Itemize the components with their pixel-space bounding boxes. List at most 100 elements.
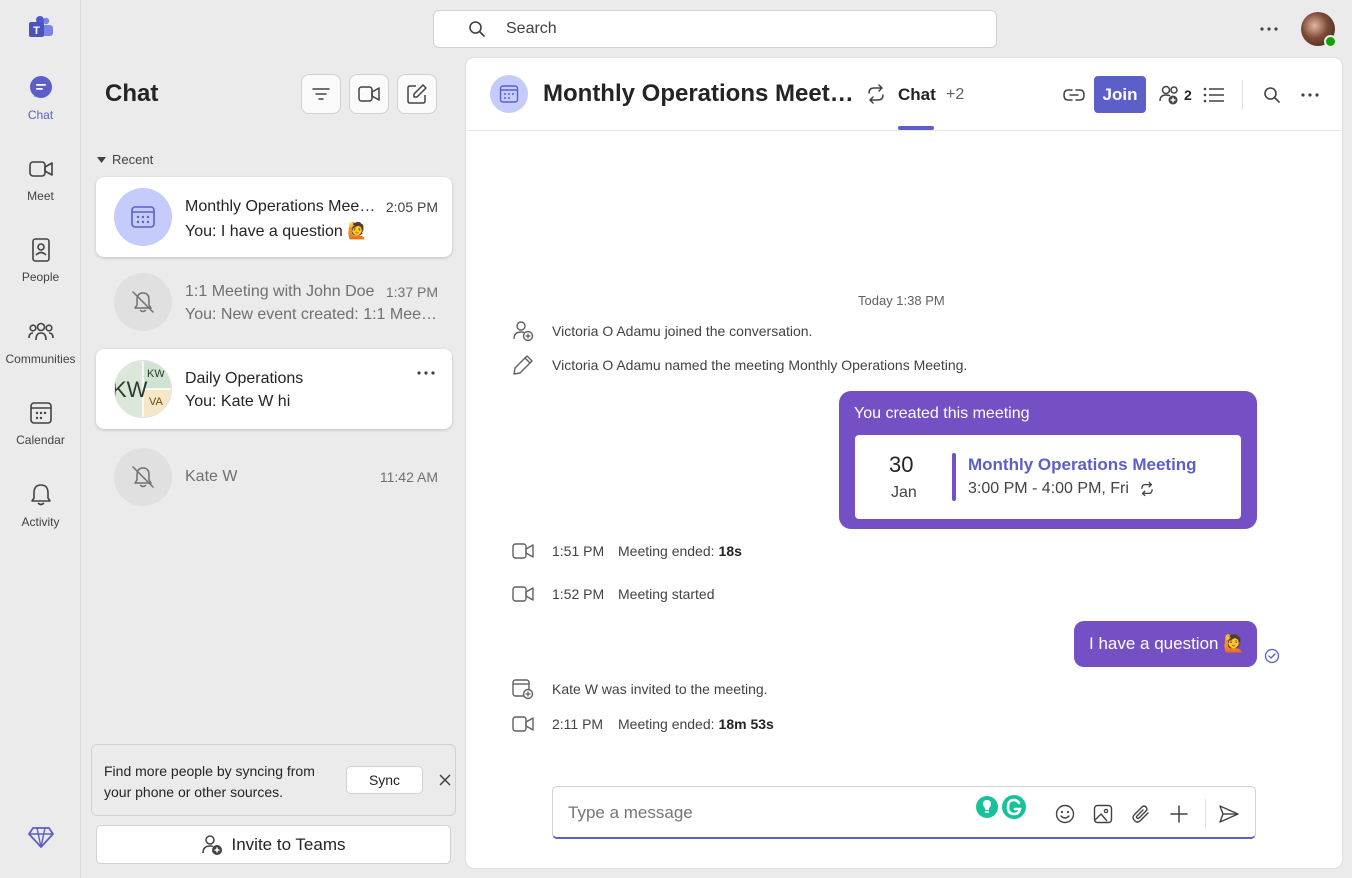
teams-logo-icon: T: [27, 14, 55, 42]
rail-people[interactable]: People: [0, 236, 81, 306]
system-message-time: 1:52 PM: [552, 586, 605, 602]
conversation-title: Monthly Operations Meeting: [543, 80, 857, 107]
meeting-avatar: [490, 75, 528, 113]
contact-book-icon: [27, 236, 55, 264]
system-message-duration: 18m 53s: [718, 716, 774, 732]
message-input[interactable]: [568, 803, 948, 823]
app-rail: T Chat Meet People Communities Calendar: [0, 0, 81, 878]
meeting-time-text: 3:00 PM - 4:00 PM, Fri: [968, 480, 1129, 497]
profile-avatar[interactable]: [1301, 12, 1337, 48]
meeting-details-list-icon[interactable]: [1202, 83, 1226, 107]
system-message: Victoria O Adamu named the meeting Month…: [512, 354, 967, 376]
svg-text:T: T: [33, 25, 40, 37]
bell-icon: [27, 481, 55, 509]
meeting-day: 30: [889, 452, 914, 477]
rail-label: Chat: [27, 108, 54, 122]
join-button[interactable]: Join: [1094, 76, 1146, 113]
active-tab-indicator: [898, 126, 934, 130]
search-icon: [468, 20, 486, 38]
rail-communities[interactable]: Communities: [0, 318, 81, 388]
chat-item-one-on-one[interactable]: 1:1 Meeting with John Doe 1:37 PM You: N…: [96, 262, 452, 342]
emoji-icon[interactable]: [1053, 802, 1077, 826]
link-icon[interactable]: [1062, 83, 1086, 107]
filter-button[interactable]: [301, 74, 341, 114]
recurring-icon: [1141, 481, 1153, 497]
meeting-time: 3:00 PM - 4:00 PM, Fri: [968, 480, 1155, 498]
rail-chat[interactable]: Chat: [0, 74, 81, 144]
chat-item-monthly-operations[interactable]: Monthly Operations Meeting 2:05 PM You: …: [96, 177, 452, 257]
meeting-card-details[interactable]: 30 Jan Monthly Operations Meeting 3:00 P…: [855, 435, 1241, 519]
rail-label: People: [21, 270, 60, 284]
chat-item-kate-w[interactable]: Kate W 11:42 AM: [96, 437, 452, 517]
chat-item-preview: You: I have a question 🙋: [185, 223, 368, 240]
recent-section-toggle[interactable]: Recent: [97, 152, 153, 167]
system-message-text: Kate W was invited to the meeting.: [552, 681, 768, 697]
chat-item-name: Monthly Operations Meeting: [185, 198, 377, 215]
system-message-time: 2:11 PM: [552, 716, 604, 732]
system-message-duration: 18s: [718, 543, 742, 559]
rail-label: Communities: [5, 352, 76, 366]
send-icon[interactable]: [1217, 802, 1241, 826]
system-message: 1:51 PM Meeting ended: 18s: [512, 540, 742, 562]
date-separator: Today 1:38 PM: [858, 293, 945, 308]
system-message: 2:11 PM Meeting ended: 18m 53s: [512, 713, 774, 735]
message-bubble[interactable]: I have a question 🙋: [1074, 621, 1257, 667]
rail-label: Meet: [27, 189, 54, 203]
more-tabs-button[interactable]: +2: [946, 86, 964, 104]
more-options-icon[interactable]: [1256, 18, 1282, 40]
message-composer: [552, 786, 1256, 839]
new-chat-button[interactable]: [397, 74, 437, 114]
chat-item-daily-operations[interactable]: KW KW VA Daily Operations You: Kate W hi: [96, 349, 452, 429]
search-icon[interactable]: [1260, 83, 1284, 107]
participants-button[interactable]: 2: [1158, 82, 1192, 108]
calendar-add-icon: [512, 678, 534, 700]
grammarly-widget[interactable]: [975, 793, 1029, 821]
lightbulb-icon: [976, 796, 998, 818]
invite-to-teams-button[interactable]: Invite to Teams: [96, 825, 451, 864]
video-icon: [512, 583, 534, 605]
sync-banner-text: Find more people by syncing from your ph…: [104, 763, 315, 800]
tab-chat[interactable]: Chat: [898, 85, 936, 105]
attach-icon[interactable]: [1129, 802, 1153, 826]
system-message-text: Meeting ended:: [618, 543, 715, 559]
message-seen-icon: [1264, 648, 1280, 664]
chat-item-time: 11:42 AM: [379, 469, 438, 485]
system-message-time: 1:51 PM: [552, 543, 605, 559]
system-message-text: Meeting ended:: [618, 716, 715, 732]
meeting-title-link[interactable]: Monthly Operations Meeting: [968, 455, 1197, 475]
pencil-icon: [512, 354, 534, 376]
recent-label: Recent: [112, 152, 154, 167]
premium-diamond-icon[interactable]: [28, 824, 54, 850]
more-options-icon[interactable]: [1298, 83, 1322, 107]
filter-icon: [312, 87, 330, 101]
meeting-card-header: You created this meeting: [854, 405, 1030, 422]
communities-icon: [27, 318, 55, 346]
chat-item-preview: You: New event created: 1:1 Meeting with…: [185, 306, 441, 323]
bell-off-icon: [132, 291, 154, 313]
calendar-icon: [499, 85, 519, 103]
bell-off-icon: [132, 466, 154, 488]
search-bar[interactable]: Search: [433, 10, 997, 48]
rail-label: Calendar: [16, 433, 65, 447]
header-divider: [1242, 80, 1243, 110]
group-avatar-initials: KW: [114, 377, 148, 402]
system-message: Victoria O Adamu joined the conversation…: [512, 320, 812, 342]
video-icon: [27, 155, 55, 183]
sync-button[interactable]: Sync: [346, 766, 423, 794]
chat-icon: [27, 74, 55, 102]
meeting-month: Jan: [891, 484, 917, 501]
presence-available-icon: [1324, 35, 1337, 48]
rail-activity[interactable]: Activity: [0, 481, 81, 551]
group-avatar: KW KW VA: [114, 360, 172, 418]
more-options-icon[interactable]: [414, 363, 438, 383]
compose-icon: [407, 84, 427, 104]
image-icon[interactable]: [1091, 802, 1115, 826]
close-icon[interactable]: [436, 771, 454, 789]
chat-item-time: 1:37 PM: [385, 284, 438, 300]
plus-icon[interactable]: [1167, 802, 1191, 826]
rail-meet[interactable]: Meet: [0, 155, 81, 225]
recurring-icon: [865, 83, 887, 105]
rail-calendar[interactable]: Calendar: [0, 399, 81, 469]
caret-down-icon: [97, 156, 106, 163]
meet-now-button[interactable]: [349, 74, 389, 114]
